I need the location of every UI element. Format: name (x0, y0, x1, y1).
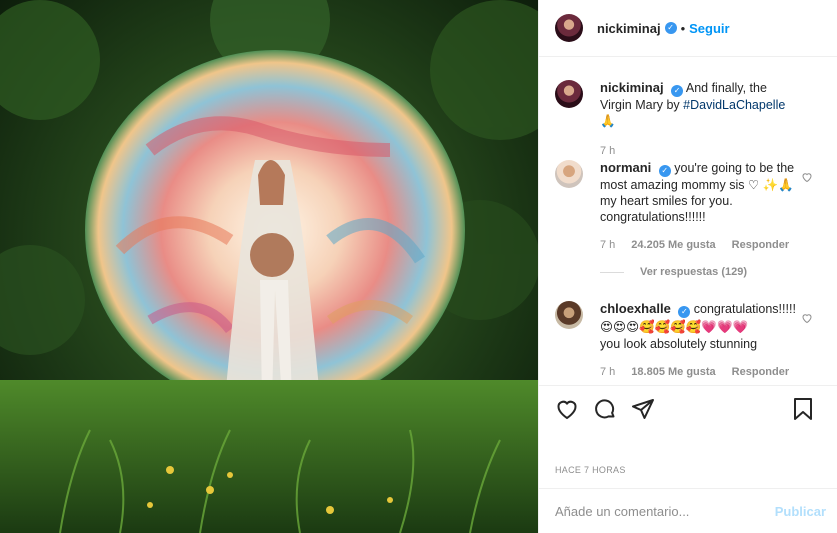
emoji: 😍 (626, 320, 640, 334)
view-replies-label[interactable]: Ver respuestas (129) (640, 266, 747, 278)
comment-item: normani ✓ you're going to be the most am… (555, 160, 825, 253)
caption: nickiminaj ✓ And finally, the Virgin Mar… (555, 80, 825, 159)
share-icon[interactable] (631, 397, 655, 421)
emoji: 😍 (613, 320, 627, 334)
commenter-username[interactable]: chloexhalle (600, 301, 671, 316)
like-comment-icon[interactable] (801, 312, 813, 324)
like-comment-icon[interactable] (801, 171, 813, 183)
post-photo[interactable] (0, 0, 538, 533)
emoji: 🥰 (654, 320, 671, 334)
like-icon[interactable] (555, 397, 579, 421)
follow-button[interactable]: Seguir (689, 21, 729, 36)
commenter-avatar[interactable] (555, 160, 583, 188)
comment-text-start: congratulations!!!!! (693, 302, 796, 316)
reply-button[interactable]: Responder (732, 237, 789, 253)
verified-icon: ✓ (678, 306, 691, 318)
emoji: 😍 (600, 320, 614, 334)
reply-button[interactable]: Responder (732, 364, 789, 380)
comment-item: chloexhalle ✓ congratulations!!!!! 😍😍😍🥰🥰… (555, 301, 825, 380)
separator-dot: • (680, 20, 686, 36)
view-replies-button[interactable]: Ver respuestas (129) (600, 266, 747, 278)
comment-time[interactable]: 7 h (600, 364, 615, 380)
author-username[interactable]: nickiminaj (597, 21, 661, 36)
post-timestamp[interactable]: HACE 7 HORAS (555, 465, 626, 475)
author-avatar[interactable] (555, 14, 583, 42)
emoji: 💗 (701, 320, 717, 334)
emoji: 💗 (732, 320, 749, 334)
commenter-username[interactable]: normani (600, 160, 651, 175)
caption-avatar[interactable] (555, 80, 583, 108)
post-header: nickiminaj ✓ • Seguir (539, 0, 837, 57)
verified-icon: ✓ (664, 22, 677, 34)
comment-time[interactable]: 7 h (600, 237, 615, 253)
comments-list[interactable]: nickiminaj ✓ And finally, the Virgin Mar… (539, 58, 837, 384)
comment-icon[interactable] (593, 397, 617, 421)
publish-button[interactable]: Publicar (775, 504, 826, 519)
caption-username[interactable]: nickiminaj (600, 80, 664, 95)
emoji: 🥰 (685, 320, 702, 334)
save-icon[interactable] (792, 397, 814, 421)
verified-icon: ✓ (671, 85, 684, 97)
emoji: 🥰 (670, 320, 686, 334)
post-image (0, 0, 538, 533)
emoji: 🥰 (639, 320, 655, 334)
comment-likes[interactable]: 24.205 Me gusta (631, 237, 715, 253)
emoji-row: 😍😍😍🥰🥰🥰🥰💗💗💗 (600, 319, 800, 335)
action-bar (539, 385, 837, 431)
caption-time[interactable]: 7 h (600, 143, 615, 159)
comment-input[interactable] (555, 503, 775, 519)
hashtag-link[interactable]: #DavidLaChapelle (683, 98, 785, 112)
comment-likes[interactable]: 18.805 Me gusta (631, 364, 715, 380)
pray-emoji: 🙏 (600, 114, 616, 128)
post-side-panel: nickiminaj ✓ • Seguir nickiminaj ✓ And f… (538, 0, 837, 533)
emoji: 💗 (716, 320, 733, 334)
replies-divider (600, 271, 624, 273)
add-comment-bar: Publicar (539, 488, 837, 533)
comment-text-end: you look absolutely stunning (600, 337, 758, 351)
verified-icon: ✓ (658, 165, 671, 177)
commenter-avatar[interactable] (555, 301, 583, 329)
